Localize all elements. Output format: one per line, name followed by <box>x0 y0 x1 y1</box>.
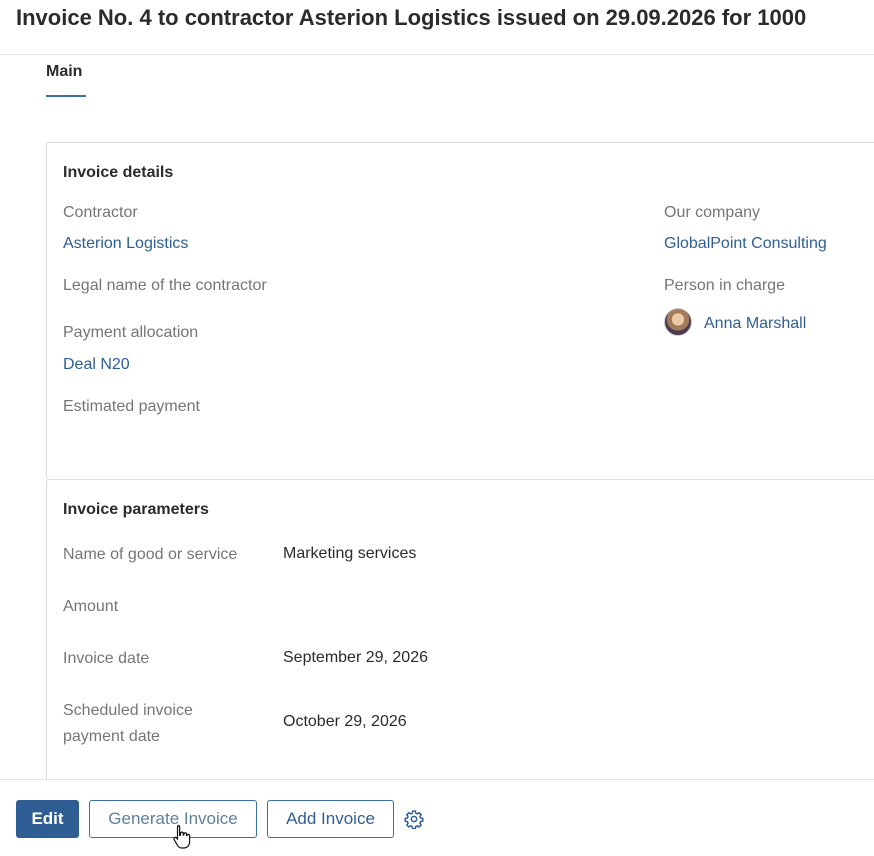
invoice-date-label: Invoice date <box>63 650 150 667</box>
hand-cursor-icon <box>173 824 191 849</box>
good-value: Marketing services <box>283 545 417 562</box>
scheduled-payment-label-line2: payment date <box>63 728 160 745</box>
payment-allocation-link[interactable]: Deal N20 <box>63 356 130 374</box>
amount-label: Amount <box>63 598 119 615</box>
contractor-label: Contractor <box>63 204 138 221</box>
good-label: Name of good or service <box>63 546 238 563</box>
tab-main[interactable]: Main <box>46 63 82 91</box>
add-invoice-button[interactable]: Add Invoice <box>267 800 394 838</box>
scheduled-payment-label-line1: Scheduled invoice <box>63 702 193 719</box>
person-in-charge-label: Person in charge <box>664 277 785 294</box>
avatar[interactable] <box>664 308 692 336</box>
scheduled-payment-value: October 29, 2026 <box>283 713 407 730</box>
invoice-date-value: September 29, 2026 <box>283 649 428 666</box>
our-company-label: Our company <box>664 204 761 221</box>
person-in-charge-link[interactable]: Anna Marshall <box>704 315 806 333</box>
payment-allocation-label: Payment allocation <box>63 324 199 341</box>
legal-name-label: Legal name of the contractor <box>63 277 267 294</box>
page-title: Invoice No. 4 to contractor Asterion Log… <box>16 5 807 30</box>
invoice-parameters-panel: Invoice parameters Name of good or servi… <box>46 479 874 800</box>
estimated-payment-label: Estimated payment <box>63 398 200 415</box>
our-company-link[interactable]: GlobalPoint Consulting <box>664 235 827 253</box>
invoice-details-panel: Invoice details Contractor Asterion Logi… <box>46 142 874 480</box>
header-divider <box>0 54 874 55</box>
edit-button[interactable]: Edit <box>16 800 79 838</box>
tab-main-active-indicator <box>46 95 86 97</box>
contractor-link[interactable]: Asterion Logistics <box>63 235 188 253</box>
invoice-parameters-title: Invoice parameters <box>63 501 209 518</box>
invoice-details-title: Invoice details <box>63 164 174 181</box>
gear-icon[interactable] <box>404 809 424 829</box>
